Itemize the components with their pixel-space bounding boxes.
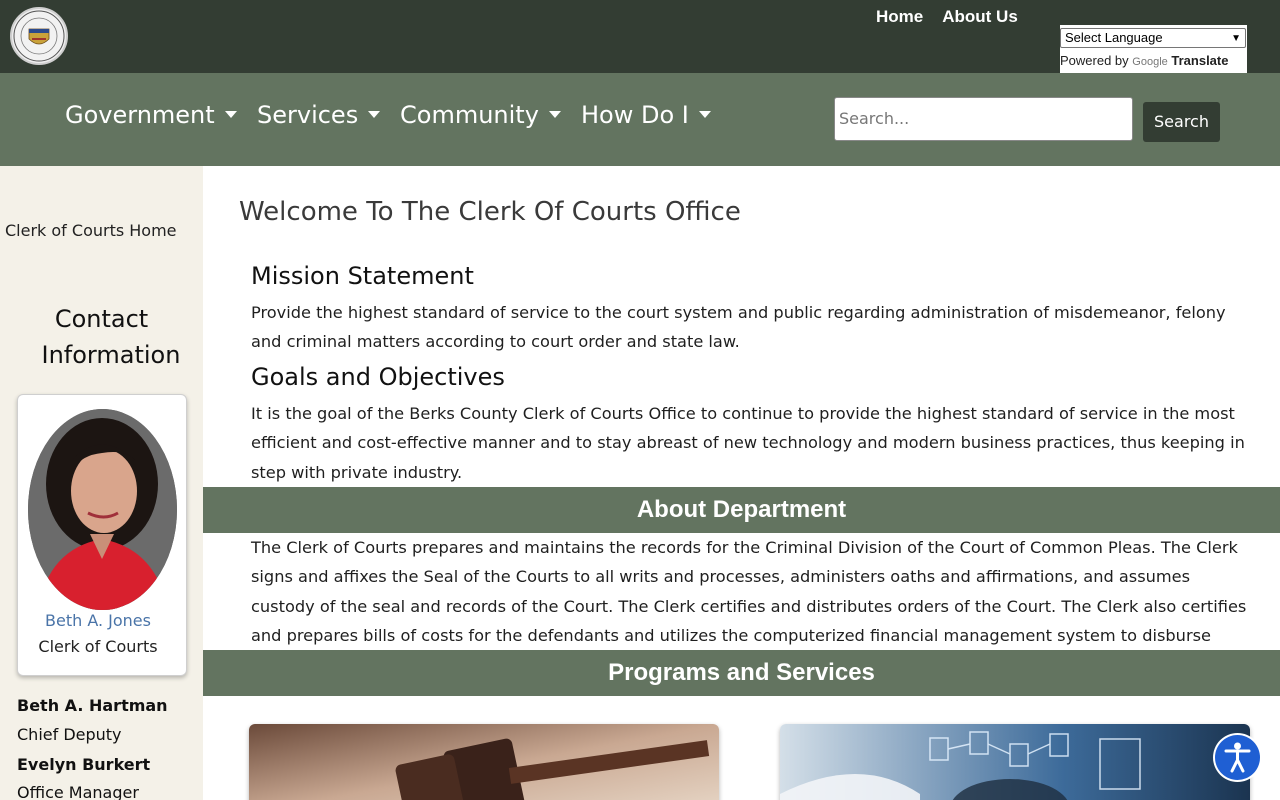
language-select[interactable]: Select Language ▼ xyxy=(1060,28,1246,48)
county-seal-logo[interactable] xyxy=(10,7,68,65)
about-department-heading: About Department xyxy=(203,487,1280,533)
official-card: Beth A. Jones Clerk of Courts xyxy=(17,394,187,676)
search-button[interactable]: Search xyxy=(1143,102,1220,142)
caret-down-icon xyxy=(368,110,381,118)
staff-role: Chief Deputy xyxy=(17,725,122,744)
top-link-about-us[interactable]: About Us xyxy=(942,6,1018,28)
caret-down-icon xyxy=(224,110,237,118)
program-card-digital-records-image[interactable] xyxy=(780,724,1250,800)
official-name-link[interactable]: Beth A. Jones xyxy=(18,611,178,630)
program-card-gavel-image[interactable] xyxy=(249,724,719,800)
caret-down-icon xyxy=(698,110,711,118)
nav-how-do-i[interactable]: How Do I xyxy=(581,100,711,130)
google-translate-widget: Select Language ▼ Powered by Google Tran… xyxy=(1060,25,1247,73)
mission-heading: Mission Statement xyxy=(251,262,474,290)
main-navigation: Government Services Community How Do I S… xyxy=(0,73,1280,166)
nav-government[interactable]: Government xyxy=(65,100,237,130)
google-logo[interactable]: Google xyxy=(1132,56,1167,68)
staff-name: Evelyn Burkert xyxy=(17,755,151,774)
nav-community[interactable]: Community xyxy=(400,100,561,130)
official-role: Clerk of Courts xyxy=(38,637,158,656)
staff-role: Office Manager xyxy=(17,783,139,800)
search-input[interactable]: Search... xyxy=(834,97,1133,141)
nav-services[interactable]: Services xyxy=(257,100,381,130)
official-portrait xyxy=(28,409,177,610)
powered-by-google-translate: Powered by Google Translate xyxy=(1060,53,1229,68)
contact-information-heading: Contact Information xyxy=(41,305,181,369)
sidebar: Clerk of Courts Home Contact Information… xyxy=(0,166,203,800)
goals-heading: Goals and Objectives xyxy=(251,363,505,391)
staff-name: Beth A. Hartman xyxy=(17,696,168,715)
top-link-home[interactable]: Home xyxy=(876,6,923,28)
sidebar-link-clerk-home[interactable]: Clerk of Courts Home xyxy=(5,221,177,240)
caret-down-icon xyxy=(548,110,561,118)
accessibility-icon xyxy=(1224,742,1251,773)
top-bar: Home About Us Select Language ▼ Powered … xyxy=(0,0,1280,73)
chevron-down-icon: ▼ xyxy=(1231,33,1241,44)
goals-text: It is the goal of the Berks County Clerk… xyxy=(251,404,1245,482)
mission-text: Provide the highest standard of service … xyxy=(251,303,1226,352)
programs-services-heading: Programs and Services xyxy=(203,650,1280,696)
accessibility-button[interactable] xyxy=(1215,735,1260,780)
page-title: Welcome To The Clerk Of Courts Office xyxy=(239,197,741,227)
